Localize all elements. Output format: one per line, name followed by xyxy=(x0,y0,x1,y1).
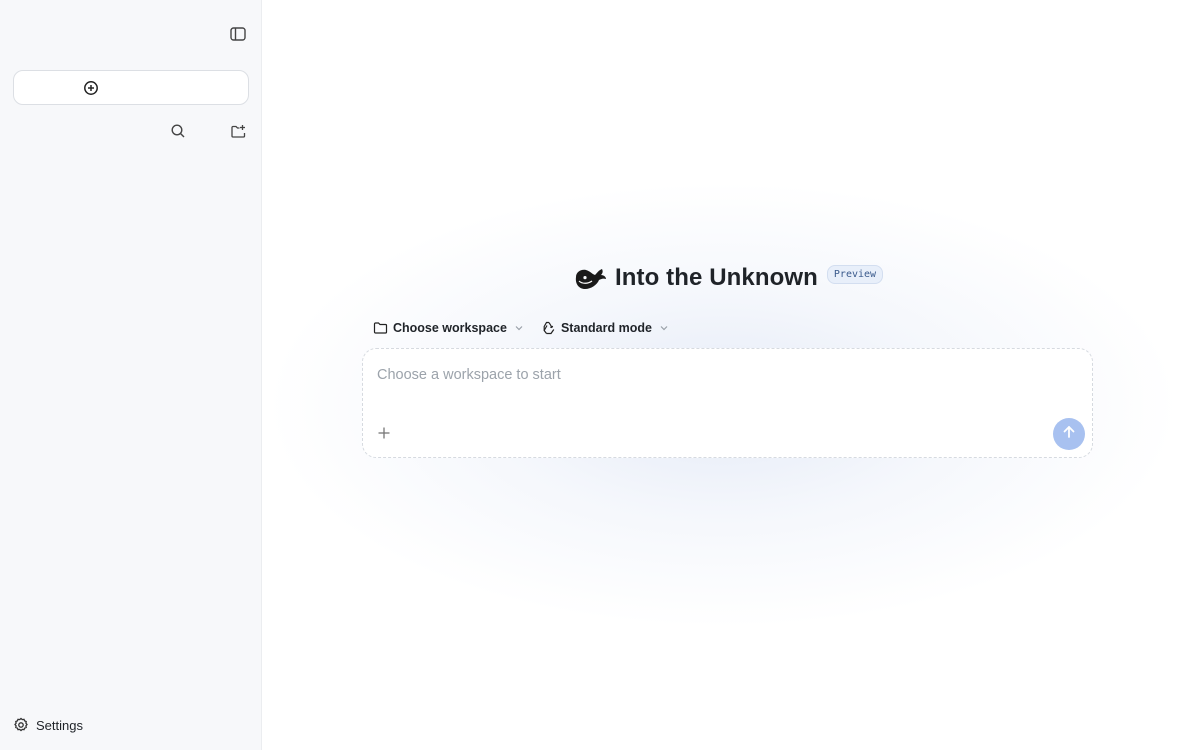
chevron-down-icon xyxy=(659,323,669,333)
preview-badge: Preview xyxy=(826,264,884,284)
settings-button[interactable]: Settings xyxy=(13,713,83,737)
sidebar-toggle-button[interactable] xyxy=(225,21,251,47)
sidebar: Settings xyxy=(0,0,262,750)
folder-icon xyxy=(373,321,388,335)
recycle-icon xyxy=(542,321,556,335)
search-button[interactable] xyxy=(165,118,191,144)
main-panel: Into the Unknown Preview Choose workspac… xyxy=(263,0,1200,750)
page-title: Into the Unknown xyxy=(615,264,818,291)
composer-selectors: Choose workspace Standard mode xyxy=(373,318,669,338)
send-button[interactable] xyxy=(1053,418,1085,450)
new-folder-button[interactable] xyxy=(225,118,251,144)
chevron-down-icon xyxy=(514,323,524,333)
settings-label: Settings xyxy=(36,717,83,733)
app-window: Settings Into the Unknown Preview Choose… xyxy=(0,0,1200,750)
sidebar-toggle-icon xyxy=(229,25,247,43)
new-chat-button[interactable] xyxy=(13,70,249,105)
search-icon xyxy=(170,123,186,139)
arrow-up-icon xyxy=(1061,424,1077,445)
attach-button[interactable] xyxy=(372,423,396,447)
plus-circle-icon xyxy=(83,80,99,96)
composer-input[interactable] xyxy=(377,363,1017,387)
whale-logo-icon xyxy=(573,265,607,291)
folder-plus-icon xyxy=(230,123,247,140)
composer xyxy=(362,348,1093,458)
title-row: Into the Unknown Preview xyxy=(573,260,884,296)
mode-selector-label: Standard mode xyxy=(560,321,652,335)
gear-icon xyxy=(13,717,29,733)
workspace-selector[interactable]: Choose workspace xyxy=(373,321,524,335)
mode-selector[interactable]: Standard mode xyxy=(542,321,669,335)
workspace-selector-label: Choose workspace xyxy=(393,321,507,335)
plus-icon xyxy=(377,426,391,445)
